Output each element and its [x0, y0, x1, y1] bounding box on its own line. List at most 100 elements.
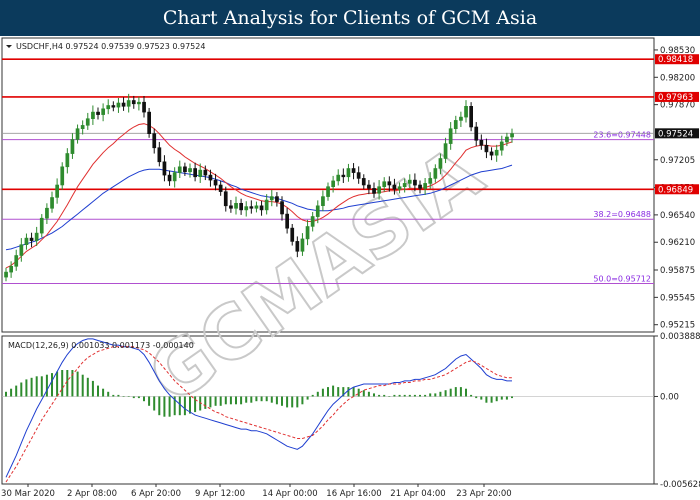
macd-histogram-bar [148, 396, 151, 406]
macd-histogram-bar [219, 396, 222, 406]
candle-body [29, 237, 34, 241]
macd-histogram-bar [143, 396, 145, 402]
macd-histogram-bar [306, 396, 309, 400]
candle-body [172, 172, 177, 182]
macd-histogram-bar [378, 394, 381, 397]
time-tick-label: 16 Apr 16:00 [326, 489, 381, 499]
candle-body [367, 184, 371, 189]
macd-histogram-bar [383, 394, 386, 397]
candle-body [65, 153, 70, 168]
candle-body [423, 183, 428, 189]
candle-body [50, 197, 54, 209]
fibonacci-label: 50.0=0.95712 [593, 275, 651, 284]
candle-body [167, 174, 172, 182]
candle-body [75, 128, 80, 140]
candle-body [254, 205, 259, 209]
macd-histogram-bar [470, 394, 473, 397]
macd-histogram-bar [316, 391, 319, 397]
candle-body [459, 116, 463, 121]
candle [147, 107, 152, 138]
candle-body [85, 118, 90, 126]
price-tick-label: 0.98200 [660, 73, 695, 83]
price-tick-label: 0.96540 [660, 211, 695, 221]
macd-histogram-bar [311, 394, 314, 397]
macd-histogram-bar [459, 387, 462, 397]
candle-body [9, 266, 14, 273]
candle-body [177, 166, 182, 173]
macd-histogram-bar [321, 388, 324, 397]
macd-histogram-bar [45, 374, 48, 397]
macd-histogram-bar [393, 394, 396, 397]
macd-histogram-bar [168, 396, 171, 417]
macd-histogram-bar [214, 396, 217, 406]
macd-histogram-bar [229, 396, 232, 405]
candle-body [326, 186, 330, 197]
candle-body [315, 205, 320, 217]
time-axis: 30 Mar 2020 2 Apr 08:00 6 Apr 20:00 9 Apr 1… [1, 484, 512, 499]
time-tick-label: 21 Apr 04:00 [390, 489, 445, 499]
current-price-label: 0.97524 [658, 129, 693, 139]
fibonacci-label: 38.2=0.96488 [593, 210, 651, 219]
candle-body [453, 120, 458, 130]
candle-body [239, 203, 244, 211]
candle-body [387, 181, 392, 186]
candle-body [4, 271, 8, 278]
price-chart: GCMASIA 0.985300.982000.978700.972050.96… [1, 37, 700, 499]
candle-body [218, 184, 223, 192]
candle-body [101, 108, 105, 115]
candle-body [438, 158, 443, 169]
time-tick-label: 14 Apr 00:00 [262, 489, 317, 499]
candle-body [198, 169, 203, 178]
candle-body [346, 168, 351, 178]
candle-body [137, 101, 141, 105]
macd-histogram-bar [260, 396, 263, 402]
candle-body [34, 232, 39, 241]
candle-body [39, 217, 44, 234]
candle-body [126, 100, 131, 107]
candle-body [193, 168, 198, 178]
macd-histogram-bar [434, 393, 437, 397]
macd-histogram-bar [337, 387, 340, 397]
candle-body [70, 139, 75, 154]
macd-histogram-bar [439, 391, 442, 397]
candle-body [14, 255, 19, 267]
candle-body [443, 143, 448, 159]
macd-histogram-bar [398, 394, 401, 397]
price-tick-label: 0.95875 [660, 266, 695, 276]
macd-histogram-bar [505, 396, 508, 400]
macd-histogram-bar [454, 387, 457, 397]
price-tick-label: 0.96210 [660, 238, 695, 248]
candle-body [331, 180, 336, 187]
candle-body [229, 205, 233, 209]
macd-histogram-bar [132, 396, 135, 399]
macd-histogram-bar [301, 396, 304, 405]
candle-body [285, 213, 290, 229]
macd-histogram-bar [178, 396, 181, 416]
macd-histogram-bar [137, 396, 140, 399]
candle-body [464, 106, 468, 118]
candle-body [106, 105, 111, 110]
candle-body [479, 140, 484, 146]
macd-histogram-bar [347, 387, 350, 397]
candle-body [484, 145, 489, 153]
candle-body [499, 141, 504, 151]
candle-body [428, 178, 433, 184]
time-tick-label: 2 Apr 08:00 [67, 489, 117, 499]
macd-histogram-bar [449, 388, 452, 397]
level-price-label: 0.98418 [658, 55, 693, 65]
macd-tick-label: 0.003888 [660, 332, 700, 342]
macd-histogram-bar [332, 385, 335, 397]
macd-histogram-bar [102, 388, 105, 397]
macd-histogram-bar [362, 390, 365, 397]
macd-histogram-bar [183, 396, 186, 416]
macd-histogram-bar [286, 396, 289, 408]
candle [469, 102, 474, 132]
time-tick-label: 9 Apr 12:00 [195, 489, 245, 499]
macd-histogram-bar [500, 396, 503, 400]
candle-body [310, 216, 315, 227]
candle-body [162, 161, 167, 176]
macd-histogram-bar [5, 391, 7, 397]
candle-body [234, 203, 238, 209]
macd-histogram-bar [250, 396, 253, 403]
candle-body [300, 238, 305, 252]
